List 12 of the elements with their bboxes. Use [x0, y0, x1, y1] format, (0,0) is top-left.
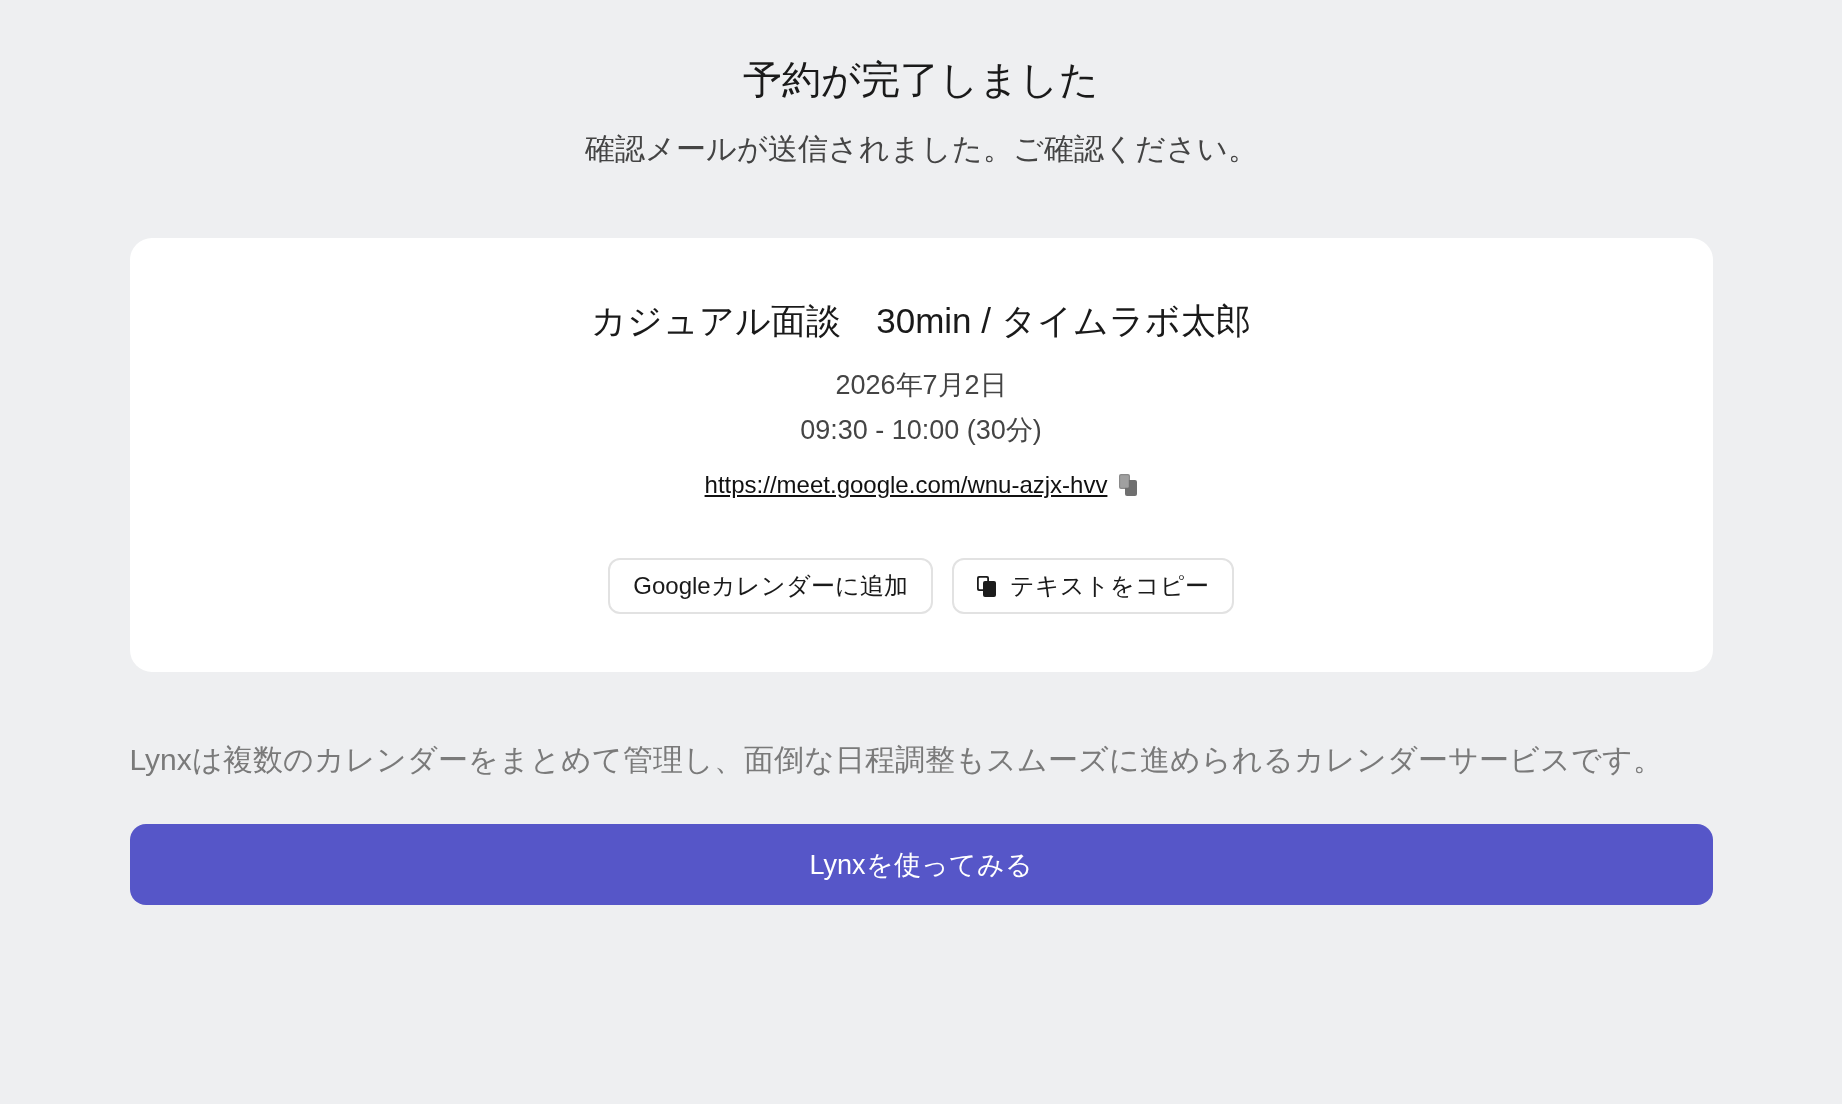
try-lynx-button[interactable]: Lynxを使ってみる: [129, 824, 1713, 905]
service-description: Lynxは複数のカレンダーをまとめて管理し、面倒な日程調整もスムーズに進められるカレンダーサービスです。: [129, 742, 1664, 778]
confirmation-message: 確認メールが送信されました。ご確認ください。: [584, 131, 1258, 167]
event-date: 2026年7月2日: [835, 369, 1007, 402]
copy-text-button[interactable]: テキストをコピー: [951, 558, 1234, 614]
copy-icon: [976, 575, 996, 597]
copy-icon[interactable]: [1119, 474, 1138, 496]
event-title: カジュアル面談 30min / タイムラボ太郎: [591, 300, 1251, 342]
event-time: 09:30 - 10:00 (30分): [800, 414, 1042, 447]
meeting-link[interactable]: https://meet.google.com/wnu-azjx-hvv: [704, 468, 1108, 502]
page-title: 予約が完了しました: [743, 57, 1099, 103]
add-to-calendar-button[interactable]: Googleカレンダーに追加: [608, 558, 933, 614]
